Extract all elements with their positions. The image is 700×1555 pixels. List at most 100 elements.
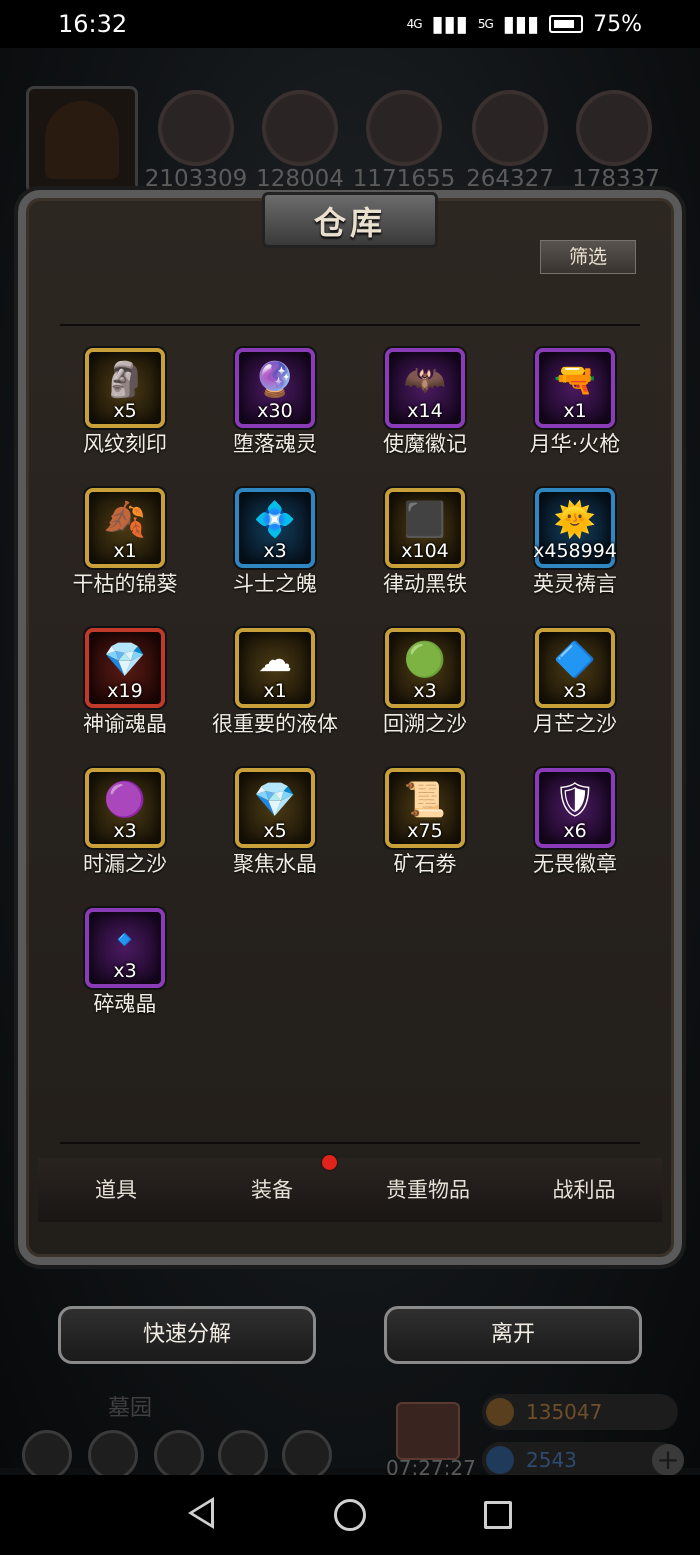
gem-icon	[486, 1446, 514, 1474]
gold-coin-icon	[486, 1398, 514, 1426]
battery-icon	[549, 15, 584, 33]
item-slot[interactable]: 🔫 x1 月华·火枪	[500, 348, 650, 468]
item-slot[interactable]: 💠 x3 斗士之魄	[200, 488, 350, 608]
item-glyph: ☁	[258, 640, 292, 680]
item-slot[interactable]: ⬛ x104 律动黑铁	[350, 488, 500, 608]
item-count: x1	[263, 680, 287, 702]
item-icon: 🔹 x3	[85, 908, 165, 988]
item-glyph: 💎	[253, 780, 297, 820]
item-glyph: 🗿	[103, 360, 147, 400]
item-count: x19	[107, 680, 143, 702]
gem-currency: 2543	[482, 1442, 678, 1478]
item-name: 月芒之沙	[533, 712, 617, 736]
portrait-figure	[45, 101, 119, 179]
recent-apps-icon[interactable]	[484, 1501, 512, 1529]
notification-dot	[322, 1155, 337, 1170]
item-icon: 🟢 x3	[385, 628, 465, 708]
resource-crystal-icon[interactable]	[472, 90, 548, 166]
item-icon: 🔮 x30	[235, 348, 315, 428]
item-count: x3	[263, 540, 287, 562]
resource-iron-value: 178337	[572, 166, 660, 192]
hero-icon[interactable]	[88, 1430, 138, 1480]
item-slot[interactable]: 🗿 x5 风纹刻印	[50, 348, 200, 468]
item-count: x30	[257, 400, 293, 422]
item-glyph: 🔹	[103, 920, 147, 960]
map-icon[interactable]	[282, 1430, 332, 1480]
bag-icon[interactable]	[218, 1430, 268, 1480]
location-label: 墓园	[108, 1396, 153, 1421]
item-slot[interactable]: 🍂 x1 干枯的锦葵	[50, 488, 200, 608]
tab-valuables[interactable]: 贵重物品	[350, 1158, 506, 1222]
item-icon: ⬛ x104	[385, 488, 465, 568]
item-slot[interactable]: 🔮 x30 堕落魂灵	[200, 348, 350, 468]
player-portrait[interactable]	[26, 86, 138, 194]
gold-currency: 135047	[482, 1394, 678, 1430]
resource-stone-icon[interactable]	[366, 90, 442, 166]
filter-button[interactable]: 筛选	[540, 240, 636, 274]
item-slot[interactable]: 💎 x5 聚焦水晶	[200, 768, 350, 888]
item-icon: 🟣 x3	[85, 768, 165, 848]
item-glyph: ⬛	[403, 500, 447, 540]
item-count: x458994	[533, 540, 617, 562]
quick-decompose-button[interactable]: 快速分解	[58, 1306, 316, 1364]
item-glyph: 📜	[403, 780, 447, 820]
item-name: 碎魂晶	[93, 992, 157, 1016]
item-glyph: 🍂	[103, 500, 147, 540]
item-count: x3	[113, 820, 137, 842]
item-slot[interactable]: 🔹 x3 碎魂晶	[50, 908, 200, 1028]
resource-crystal-value: 264327	[466, 166, 554, 192]
status-time: 16:32	[58, 10, 128, 38]
resource-wood-icon[interactable]	[262, 90, 338, 166]
item-icon: ☁ x1	[235, 628, 315, 708]
item-grid: 🌀x10风龙印记🌀x43冰龙印记🌀x17恶魔印记🏅x52角斗者之证🗿x5风纹刻印…	[50, 330, 650, 1028]
gift-box-icon[interactable]	[396, 1402, 460, 1460]
item-name: 无畏徽章	[533, 852, 617, 876]
item-icon: 🗿 x5	[85, 348, 165, 428]
resource-stone-value: 1171655	[352, 166, 456, 192]
leave-button[interactable]: 离开	[384, 1306, 642, 1364]
guild-icon[interactable]	[154, 1430, 204, 1480]
signal-bars-icon-2: ▮▮▮	[502, 11, 540, 37]
item-slot[interactable]: 📜 x75 矿石劵	[350, 768, 500, 888]
item-icon: 💎 x19	[85, 628, 165, 708]
item-glyph: 🟢	[403, 640, 447, 680]
item-slot[interactable]: 🌞 x458994 英灵祷言	[500, 488, 650, 608]
status-bar: 16:32 4G ▮▮▮ 5G ▮▮▮ 75%	[0, 0, 700, 48]
resource-wood-value: 128004	[256, 166, 344, 192]
resource-iron-icon[interactable]	[576, 90, 652, 166]
signal-bars-icon: ▮▮▮	[431, 11, 468, 37]
warehouse-title: 仓库	[313, 204, 386, 242]
gold-value: 135047	[526, 1400, 603, 1424]
item-name: 英灵祷言	[533, 572, 617, 596]
tab-loot[interactable]: 战利品	[506, 1158, 662, 1222]
item-name: 月华·火枪	[529, 432, 621, 456]
item-glyph: 🛡	[553, 780, 597, 820]
home-icon[interactable]	[334, 1499, 366, 1531]
settings-gear-icon[interactable]	[22, 1430, 72, 1480]
item-slot[interactable]: 🦇 x14 使魔徽记	[350, 348, 500, 468]
resource-meat-icon[interactable]	[158, 90, 234, 166]
item-slot[interactable]: ☁ x1 很重要的液体	[200, 628, 350, 748]
item-count: x75	[407, 820, 443, 842]
item-slot[interactable]: 💎 x19 神谕魂晶	[50, 628, 200, 748]
item-slot[interactable]: 🟢 x3 回溯之沙	[350, 628, 500, 748]
item-icon: 💎 x5	[235, 768, 315, 848]
item-icon: 🛡 x6	[535, 768, 615, 848]
item-slot[interactable]: 🔷 x3 月芒之沙	[500, 628, 650, 748]
item-grid-viewport[interactable]: 🌀x10风龙印记🌀x43冰龙印记🌀x17恶魔印记🏅x52角斗者之证🗿x5风纹刻印…	[50, 330, 650, 1120]
item-glyph: 🔫	[553, 360, 597, 400]
item-slot[interactable]: 🛡 x6 无畏徽章	[500, 768, 650, 888]
signal-5g-icon: 5G	[477, 17, 494, 31]
item-icon: 💠 x3	[235, 488, 315, 568]
tab-items[interactable]: 道具	[38, 1158, 194, 1222]
item-count: x1	[563, 400, 587, 422]
item-slot[interactable]: 🟣 x3 时漏之沙	[50, 768, 200, 888]
resource-meat-value: 2103309	[144, 166, 248, 192]
item-count: x3	[413, 680, 437, 702]
battery-percent: 75%	[593, 11, 642, 37]
add-currency-button[interactable]: +	[652, 1444, 684, 1476]
item-count: x14	[407, 400, 443, 422]
back-icon[interactable]	[188, 1497, 214, 1529]
item-icon: 🦇 x14	[385, 348, 465, 428]
item-count: x3	[113, 960, 137, 982]
